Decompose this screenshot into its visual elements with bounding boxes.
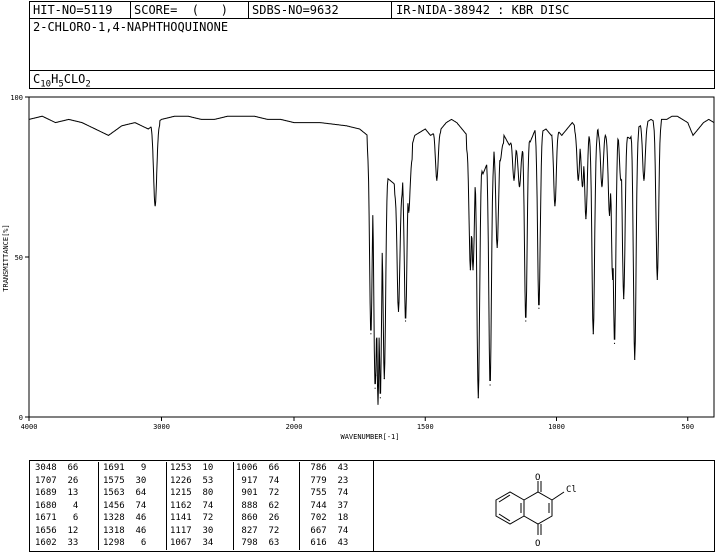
x-tick-label: 2000 — [286, 423, 303, 431]
peak-point — [404, 320, 407, 322]
peak-point — [525, 320, 527, 322]
peak-table-cell: 702 18 — [305, 513, 349, 523]
peak-point — [408, 211, 410, 213]
peak-table-cell: 1067 34 — [170, 538, 214, 548]
x-tick-label: 3000 — [153, 423, 170, 431]
peak-table-cell: 1680 4 — [35, 500, 79, 511]
peak-table-cell: 1656 12 — [35, 525, 79, 536]
peak-table-cell: 1691 9 — [103, 463, 147, 473]
peak-table-cell: 1456 74 — [103, 500, 147, 511]
peak-table-cell: 744 37 — [305, 500, 349, 511]
y-tick-label: 50 — [15, 254, 23, 262]
peak-table-divider — [166, 462, 167, 550]
ir-spectrum-chart: 4000 3000 2000 1500 1000 500 0 50 100 WAVENUMBER… — [2, 94, 715, 441]
peak-table-cell: 3048 66 — [35, 463, 79, 473]
peak-point — [581, 186, 584, 188]
peak-point — [538, 307, 540, 309]
peak-table-divider — [233, 462, 234, 550]
x-tick-label: 1500 — [417, 423, 434, 431]
peak-table-cell: 755 74 — [305, 488, 349, 498]
peak-table-cell: 1318 46 — [103, 525, 147, 536]
y-tick-label: 100 — [10, 94, 23, 102]
x-axis-label: WAVENUMBER[-1] — [340, 433, 399, 441]
peak-table-cell: 901 72 — [236, 488, 280, 498]
peak-table-divider — [299, 462, 300, 550]
peak-point — [577, 179, 579, 181]
x-tick-label: 4000 — [21, 423, 38, 431]
peak-table-cell: 827 72 — [236, 525, 280, 536]
y-axis-label: TRANSMITTANCE[%] — [2, 224, 10, 291]
peak-table-cell: 779 23 — [305, 475, 349, 486]
peak-table-cell: 888 62 — [236, 500, 280, 511]
peak-point — [489, 384, 491, 386]
peak-table-cell: 917 74 — [236, 475, 280, 486]
peak-table-cell: 1141 72 — [170, 513, 214, 523]
peak-table-cell: 786 43 — [305, 463, 349, 473]
peak-table-cell: 1298 6 — [103, 538, 147, 548]
spectrum-line — [28, 115, 715, 405]
peak-table-cell: 616 43 — [305, 538, 349, 548]
peak-table-cell: 1328 46 — [103, 513, 147, 523]
peak-table-cell: 1162 74 — [170, 500, 214, 511]
peak-table-cell: 1575 30 — [103, 475, 147, 486]
y-tick-label: 0 — [19, 414, 23, 422]
peak-table-cell: 798 63 — [236, 538, 280, 548]
chart-axes — [28, 96, 715, 418]
peak-table-cell: 1689 13 — [35, 488, 79, 498]
peak-point — [370, 333, 372, 335]
peak-point — [601, 186, 603, 188]
peak-table-cell: 1707 26 — [35, 475, 79, 486]
chart-ticks: 4000 3000 2000 1500 1000 500 0 50 100 — [10, 94, 694, 431]
peak-table-cell: 1563 64 — [103, 488, 147, 498]
peak-table-divider — [98, 462, 99, 550]
peak-table-cell: 1226 53 — [170, 475, 214, 486]
peak-point — [613, 342, 616, 344]
peak-table-cell: 1602 33 — [35, 538, 79, 548]
x-tick-label: 500 — [681, 423, 694, 431]
peak-point — [643, 179, 645, 181]
peak-table-cell: 1215 80 — [170, 488, 214, 498]
plot-frame — [28, 96, 715, 418]
peak-table-cell: 1671 6 — [35, 513, 79, 523]
peak-point — [374, 387, 376, 389]
x-tick-label: 1000 — [548, 423, 565, 431]
peak-point — [379, 397, 381, 399]
peak-table-cell: 1253 10 — [170, 463, 214, 473]
structure-box — [373, 460, 715, 552]
peak-table-cell: 1117 30 — [170, 525, 214, 536]
peak-table-cell: 860 26 — [236, 513, 280, 523]
peak-table-cell: 1006 66 — [236, 463, 280, 473]
peak-table-cell: 667 74 — [305, 525, 349, 536]
